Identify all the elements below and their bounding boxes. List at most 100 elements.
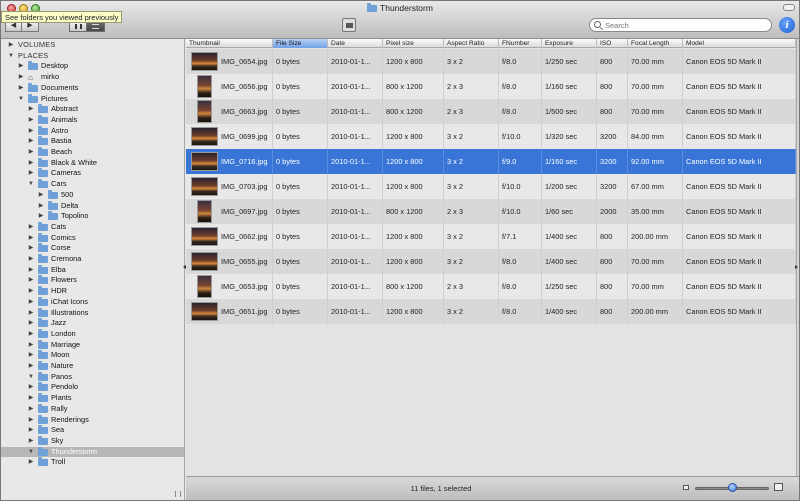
disclosure-closed-icon[interactable]: ▶ xyxy=(27,158,35,169)
sidebar-item[interactable]: ▶ Sky xyxy=(1,435,184,447)
sidebar-item[interactable]: ▶ Corse xyxy=(1,243,184,254)
sidebar-item[interactable]: ▶ Plants xyxy=(1,393,184,404)
table-row[interactable]: IMG_0654.jpg 0 bytes 2010-01-1... 1200 x 80… xyxy=(186,49,796,74)
table-row[interactable]: IMG_0699.jpg 0 bytes 2010-01-1... 1200 x 80… xyxy=(186,124,796,149)
column-header-pixel-size[interactable]: Pixel size xyxy=(383,39,444,48)
sidebar-item[interactable]: ▶ Beach xyxy=(1,147,184,158)
sidebar-item[interactable]: ▶ Pendolo xyxy=(1,382,184,393)
disclosure-closed-icon[interactable]: ▶ xyxy=(27,361,35,372)
disclosure-closed-icon[interactable]: ▶ xyxy=(27,340,35,351)
disclosure-closed-icon[interactable]: ▶ xyxy=(27,233,35,244)
column-header-model[interactable]: Model xyxy=(683,39,796,48)
sidebar-item[interactable]: ▶ Comics xyxy=(1,232,184,244)
sidebar-section-volumes[interactable]: ▶ VOLUMES xyxy=(1,40,184,51)
sidebar-item[interactable]: ▶ Cremona xyxy=(1,254,184,265)
disclosure-open-icon[interactable]: ▼ xyxy=(27,372,35,383)
sidebar-item[interactable]: ▶ Black & White xyxy=(1,157,184,169)
disclosure-closed-icon[interactable]: ▶ xyxy=(37,190,45,201)
disclosure-closed-icon[interactable]: ▶ xyxy=(7,40,15,51)
table-row[interactable]: IMG_0651.jpg 0 bytes 2010-01-1... 1200 x 80… xyxy=(186,299,796,324)
sidebar-item[interactable]: ▶ Moon xyxy=(1,350,184,361)
column-header-focal-length[interactable]: Focal Length xyxy=(628,39,683,48)
disclosure-closed-icon[interactable]: ▶ xyxy=(27,286,35,297)
zoom-slider-knob[interactable] xyxy=(727,483,737,492)
disclosure-open-icon[interactable]: ▼ xyxy=(27,179,35,190)
column-header-fnumber[interactable]: FNumber xyxy=(499,39,542,48)
disclosure-closed-icon[interactable]: ▶ xyxy=(27,254,35,265)
table-row[interactable]: IMG_0697.jpg 0 bytes 2010-01-1... 800 x 120… xyxy=(186,199,796,224)
disclosure-closed-icon[interactable]: ▶ xyxy=(27,265,35,276)
sidebar-item[interactable]: ▶ Elba xyxy=(1,264,184,276)
column-header-thumbnail[interactable]: Thumbnail xyxy=(186,39,273,48)
disclosure-closed-icon[interactable]: ▶ xyxy=(27,243,35,254)
sidebar-item[interactable]: ▶ Troll xyxy=(1,457,184,468)
sidebar-item[interactable]: ▶ Delta xyxy=(1,200,184,212)
sidebar-item[interactable]: ▶ 500 xyxy=(1,189,184,201)
disclosure-open-icon[interactable]: ▼ xyxy=(17,94,25,105)
disclosure-closed-icon[interactable]: ▶ xyxy=(27,297,35,308)
disclosure-closed-icon[interactable]: ▶ xyxy=(27,425,35,436)
disclosure-closed-icon[interactable]: ▶ xyxy=(27,415,35,426)
sidebar-item[interactable]: ▶ Sea xyxy=(1,425,184,436)
large-thumbnail-icon[interactable] xyxy=(774,483,783,491)
sidebar-item[interactable]: ▶ London xyxy=(1,328,184,340)
sidebar-item[interactable]: ▶ Desktop xyxy=(1,61,184,72)
sidebar-item[interactable]: ▶ Renderings xyxy=(1,414,184,426)
disclosure-closed-icon[interactable]: ▶ xyxy=(27,222,35,233)
sidebar-item[interactable]: ▶ Flowers xyxy=(1,275,184,286)
disclosure-closed-icon[interactable]: ▶ xyxy=(27,457,35,468)
table-row[interactable]: IMG_0703.jpg 0 bytes 2010-01-1... 1200 x 80… xyxy=(186,174,796,199)
collapse-right-arrow-icon[interactable] xyxy=(795,265,798,269)
column-header-aspect-ratio[interactable]: Aspect Ratio xyxy=(444,39,499,48)
sidebar-item[interactable]: ▶ Cats xyxy=(1,221,184,233)
sidebar-item[interactable]: ▶ ⌂ mirko xyxy=(1,72,184,83)
sidebar-item[interactable]: ▶ Topolino xyxy=(1,211,184,222)
sidebar-item[interactable]: ▶ Bastia xyxy=(1,136,184,147)
sidebar-item[interactable]: ▶ Documents xyxy=(1,82,184,94)
sidebar-item[interactable]: ▶ iChat Icons xyxy=(1,296,184,308)
small-thumbnail-icon[interactable] xyxy=(683,485,689,490)
disclosure-closed-icon[interactable]: ▶ xyxy=(17,83,25,94)
disclosure-closed-icon[interactable]: ▶ xyxy=(27,115,35,126)
disclosure-closed-icon[interactable]: ▶ xyxy=(27,275,35,286)
column-header-exposure[interactable]: Exposure xyxy=(542,39,597,48)
column-header-file-size[interactable]: File Size xyxy=(273,39,328,48)
disclosure-closed-icon[interactable]: ▶ xyxy=(37,201,45,212)
sidebar-item[interactable]: ▶ Rally xyxy=(1,403,184,415)
disclosure-open-icon[interactable]: ▼ xyxy=(27,447,35,458)
disclosure-closed-icon[interactable]: ▶ xyxy=(27,436,35,447)
table-row[interactable]: IMG_0653.jpg 0 bytes 2010-01-1... 800 x 120… xyxy=(186,274,796,299)
disclosure-closed-icon[interactable]: ▶ xyxy=(27,318,35,329)
table-row[interactable]: IMG_0656.jpg 0 bytes 2010-01-1... 800 x 120… xyxy=(186,74,796,99)
disclosure-closed-icon[interactable]: ▶ xyxy=(27,404,35,415)
table-row[interactable]: IMG_0663.jpg 0 bytes 2010-01-1... 800 x 120… xyxy=(186,99,796,124)
sidebar-item[interactable]: ▶ HDR xyxy=(1,286,184,297)
disclosure-closed-icon[interactable]: ▶ xyxy=(27,104,35,115)
disclosure-closed-icon[interactable]: ▶ xyxy=(27,126,35,137)
sidebar-item[interactable]: ▶ Illustrations xyxy=(1,307,184,319)
disclosure-closed-icon[interactable]: ▶ xyxy=(27,350,35,361)
sidebar-item[interactable]: ▼ Pictures xyxy=(1,93,184,105)
disclosure-closed-icon[interactable]: ▶ xyxy=(27,382,35,393)
table-row[interactable]: IMG_0655.jpg 0 bytes 2010-01-1... 1200 x 80… xyxy=(186,249,796,274)
sidebar-item[interactable]: ▶ Nature xyxy=(1,361,184,372)
disclosure-closed-icon[interactable]: ▶ xyxy=(27,329,35,340)
disclosure-closed-icon[interactable]: ▶ xyxy=(27,168,35,179)
disclosure-closed-icon[interactable]: ▶ xyxy=(27,393,35,404)
disclosure-closed-icon[interactable]: ▶ xyxy=(17,72,25,83)
sidebar-item[interactable]: ▼ Cars xyxy=(1,179,184,190)
sidebar-item[interactable]: ▼ Thunderstorm xyxy=(1,446,184,458)
vertical-scrollbar[interactable] xyxy=(796,39,799,476)
column-header-date[interactable]: Date xyxy=(328,39,383,48)
table-row[interactable]: IMG_0716.jpg 0 bytes 2010-01-1... 1200 x 80… xyxy=(186,149,796,174)
search-input[interactable] xyxy=(605,20,765,30)
info-button[interactable]: i xyxy=(779,17,795,33)
sidebar-resize-handle[interactable] xyxy=(175,491,181,497)
slideshow-icon[interactable] xyxy=(342,18,356,32)
sidebar-item[interactable]: ▶ Abstract xyxy=(1,104,184,115)
disclosure-closed-icon[interactable]: ▶ xyxy=(27,308,35,319)
sidebar-item[interactable]: ▶ Jazz xyxy=(1,318,184,329)
toolbar-toggle-button[interactable] xyxy=(783,4,795,11)
sidebar-item[interactable]: ▶ Cameras xyxy=(1,168,184,179)
disclosure-closed-icon[interactable]: ▶ xyxy=(37,211,45,222)
